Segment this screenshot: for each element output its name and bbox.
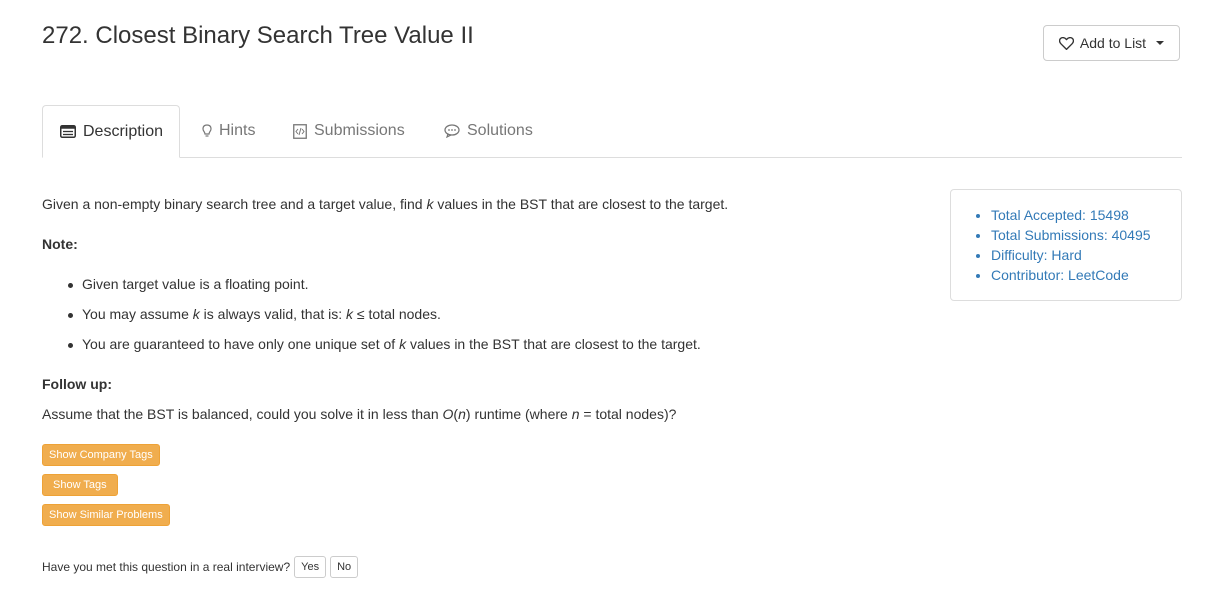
total-accepted: Total Accepted: 15498 bbox=[991, 205, 1181, 225]
description-icon bbox=[60, 125, 76, 138]
add-to-list-button[interactable]: Add to List bbox=[1043, 25, 1180, 61]
caret-down-icon bbox=[1156, 41, 1165, 45]
interview-question: Have you met this question in a real int… bbox=[42, 560, 291, 574]
show-similar-problems-button[interactable]: Show Similar Problems bbox=[42, 504, 170, 526]
difficulty: Difficulty: Hard bbox=[991, 245, 1181, 265]
show-tags-button[interactable]: Show Tags bbox=[42, 474, 118, 496]
problem-stats-panel: Total Accepted: 15498 Total Submissions:… bbox=[950, 189, 1182, 301]
add-to-list-label: Add to List bbox=[1079, 35, 1147, 51]
note-item: You may assume k is always valid, that i… bbox=[68, 306, 441, 322]
note-heading: Note: bbox=[42, 236, 78, 252]
tab-label: Description bbox=[83, 122, 164, 140]
lightbulb-icon bbox=[202, 124, 212, 138]
yes-button[interactable]: Yes bbox=[294, 556, 327, 578]
contributor: Contributor: LeetCode bbox=[991, 265, 1181, 285]
tab-label: Submissions bbox=[314, 122, 405, 139]
total-submissions: Total Submissions: 40495 bbox=[991, 225, 1181, 245]
note-item: Given target value is a floating point. bbox=[67, 276, 309, 292]
tab-solutions[interactable]: Solutions bbox=[444, 105, 533, 157]
tab-label: Solutions bbox=[467, 122, 533, 139]
interview-feedback: Have you met this question in a real int… bbox=[42, 556, 359, 578]
no-button[interactable]: No bbox=[330, 556, 359, 578]
tab-submissions[interactable]: Submissions bbox=[293, 105, 405, 157]
page-title: 272. Closest Binary Search Tree Value II bbox=[42, 22, 474, 49]
intro-text: Given a non-empty binary search tree and… bbox=[42, 196, 729, 212]
note-item: You are guaranteed to have only one uniq… bbox=[68, 336, 701, 352]
tab-hints[interactable]: Hints bbox=[202, 105, 255, 157]
follow-up-heading: Follow up: bbox=[42, 376, 112, 392]
tab-description[interactable]: Description bbox=[42, 105, 180, 158]
chat-bubble-icon bbox=[444, 124, 460, 138]
follow-up-text: Assume that the BST is balanced, could y… bbox=[42, 406, 677, 422]
show-company-tags-button[interactable]: Show Company Tags bbox=[42, 444, 160, 466]
heart-icon bbox=[1058, 36, 1074, 50]
tab-label: Hints bbox=[219, 122, 256, 139]
code-file-icon bbox=[293, 123, 307, 139]
problem-tabs: Description Hints Submissions Solutions bbox=[42, 105, 1182, 158]
